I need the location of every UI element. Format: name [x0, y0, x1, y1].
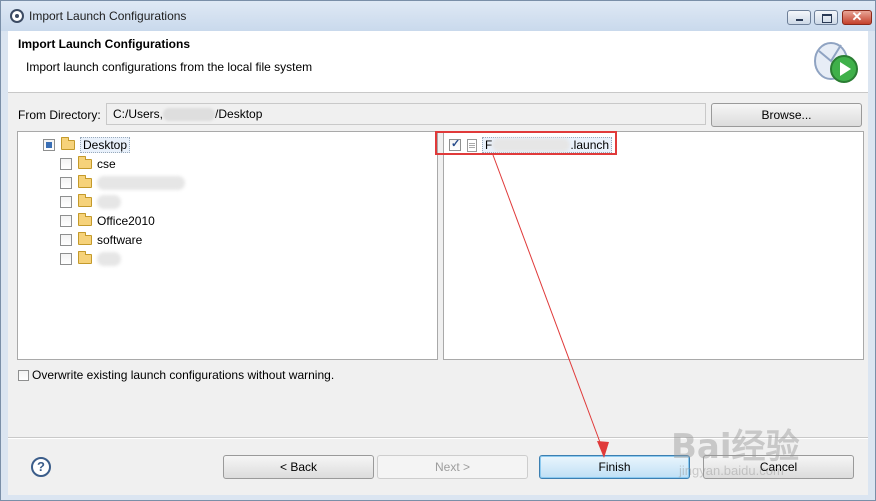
tree-item[interactable]: Office2010 [60, 212, 155, 230]
redacted-folder-name [97, 195, 121, 209]
eclipse-app-icon [10, 9, 24, 23]
tree-checkbox[interactable] [60, 196, 72, 208]
redacted-username [163, 108, 216, 122]
maximize-button[interactable] [814, 10, 838, 25]
tree-item-desktop[interactable]: Desktop [43, 136, 131, 154]
folder-tree[interactable]: Desktop cse Office2010 software [17, 131, 438, 360]
dialog-window: Import Launch Configurations ✕ Import La… [0, 0, 876, 501]
folder-icon [78, 232, 92, 245]
overwrite-option[interactable]: Overwrite existing launch configurations… [18, 368, 334, 382]
back-button[interactable]: < Back [223, 455, 374, 479]
redacted-folder-name [97, 176, 185, 190]
banner-title: Import Launch Configurations [18, 37, 190, 51]
tree-item[interactable] [60, 250, 121, 268]
tree-item-label: Desktop [80, 137, 131, 153]
folder-icon [78, 251, 92, 264]
finish-button[interactable]: Finish [539, 455, 690, 479]
launch-files-list[interactable]: F.launch [443, 131, 864, 360]
tree-checkbox[interactable] [60, 158, 72, 170]
from-directory-label: From Directory: [18, 108, 101, 122]
directory-path-suffix: /Desktop [215, 107, 263, 121]
folder-icon [78, 194, 92, 207]
folder-icon [78, 156, 92, 169]
overwrite-label: Overwrite existing launch configurations… [32, 368, 335, 382]
browse-button[interactable]: Browse... [711, 103, 862, 127]
tree-item[interactable] [60, 193, 121, 211]
watermark-url: jingyan.baidu.com [679, 463, 784, 478]
tree-checkbox[interactable] [43, 139, 55, 151]
overwrite-checkbox[interactable] [18, 369, 29, 381]
tree-item-label: Office2010 [97, 214, 155, 228]
tree-item-label: software [97, 233, 143, 247]
folder-icon [61, 137, 75, 150]
tree-checkbox[interactable] [60, 177, 72, 189]
window-title: Import Launch Configurations [29, 9, 187, 23]
annotation-highlight-box [435, 131, 617, 155]
tree-item[interactable] [60, 174, 185, 192]
folder-icon [78, 213, 92, 226]
baidu-watermark: Bai经验 jingyan.baidu.com [671, 419, 861, 489]
watermark-logo: Bai经验 [671, 427, 800, 467]
banner-description: Import launch configurations from the lo… [26, 60, 313, 74]
folder-icon [78, 175, 92, 188]
tree-item[interactable]: cse [60, 155, 116, 173]
directory-path-prefix: C:/Users, [113, 107, 164, 121]
tree-checkbox[interactable] [60, 215, 72, 227]
close-icon: ✕ [851, 9, 863, 24]
title-bar[interactable]: Import Launch Configurations ✕ [1, 1, 875, 31]
next-button[interactable]: Next > [377, 455, 528, 479]
help-button[interactable]: ? [31, 457, 51, 477]
minimize-button[interactable] [787, 10, 811, 25]
tree-item[interactable]: software [60, 231, 142, 249]
tree-checkbox[interactable] [60, 253, 72, 265]
launch-wizard-icon [814, 42, 858, 83]
close-button[interactable]: ✕ [842, 9, 872, 25]
redacted-folder-name [97, 252, 121, 266]
tree-checkbox[interactable] [60, 234, 72, 246]
wizard-banner: Import Launch Configurations Import laun… [8, 31, 868, 93]
tree-item-label: cse [97, 157, 116, 171]
directory-field[interactable]: C:/Users, /Desktop [106, 103, 706, 125]
